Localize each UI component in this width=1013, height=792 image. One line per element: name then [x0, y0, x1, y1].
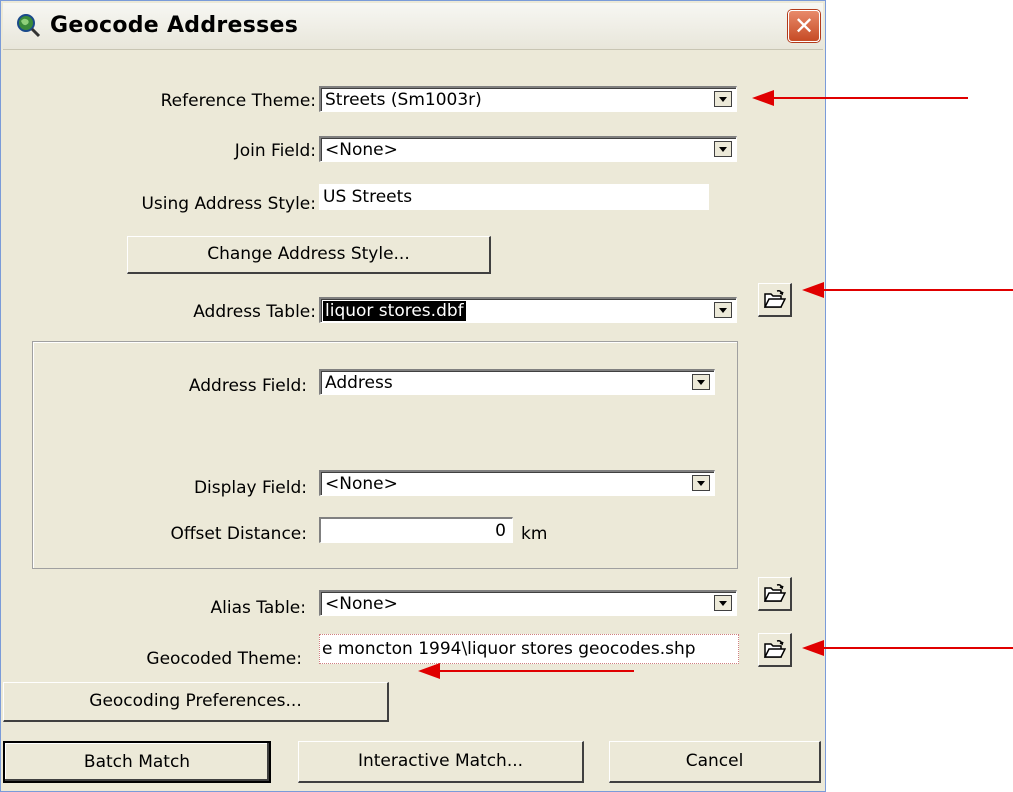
geocoding-preferences-button[interactable]: Geocoding Preferences...	[3, 682, 389, 722]
address-field-value: Address	[325, 373, 393, 393]
globe-magnifier-icon	[17, 14, 41, 38]
alias-table-label: Alias Table:	[210, 598, 306, 618]
address-table-value: liquor stores.dbf	[323, 301, 466, 321]
dropdown-arrow-icon[interactable]	[714, 91, 732, 107]
cancel-button[interactable]: Cancel	[609, 741, 821, 783]
title-bar[interactable]: Geocode Addresses ✕	[3, 3, 823, 50]
reference-theme-label: Reference Theme:	[160, 91, 316, 111]
geocoded-theme-label: Geocoded Theme:	[146, 649, 302, 669]
geocode-addresses-dialog: Geocode Addresses ✕ Reference Theme: Str…	[0, 0, 826, 792]
display-field-label: Display Field:	[193, 478, 307, 498]
alias-table-value: <None>	[325, 594, 398, 614]
join-field-label: Join Field:	[234, 141, 316, 161]
join-field-value: <None>	[325, 140, 398, 160]
display-field-combo[interactable]: <None>	[319, 470, 715, 496]
alias-table-combo[interactable]: <None>	[319, 590, 737, 616]
close-button[interactable]: ✕	[788, 10, 820, 42]
address-style-field: US Streets	[319, 184, 709, 210]
open-folder-icon	[764, 584, 786, 602]
geocoded-theme-value: e moncton 1994\liquor stores geocodes.sh…	[322, 639, 696, 659]
interactive-match-button[interactable]: Interactive Match...	[298, 741, 584, 783]
dropdown-arrow-icon[interactable]	[692, 374, 710, 390]
address-style-value: US Streets	[323, 187, 413, 207]
geocoded-theme-input[interactable]: e moncton 1994\liquor stores geocodes.sh…	[319, 634, 739, 664]
offset-distance-label: Offset Distance:	[170, 524, 307, 544]
dropdown-arrow-icon[interactable]	[714, 302, 732, 318]
address-table-label: Address Table:	[193, 302, 316, 322]
open-folder-icon	[764, 290, 786, 308]
dropdown-arrow-icon[interactable]	[714, 595, 732, 611]
address-table-combo[interactable]: liquor stores.dbf	[319, 297, 737, 323]
reference-theme-value: Streets (Sm1003r)	[325, 90, 482, 110]
dropdown-arrow-icon[interactable]	[714, 141, 732, 157]
offset-distance-value: 0	[495, 521, 506, 541]
open-address-table-button[interactable]	[758, 283, 792, 317]
reference-theme-combo[interactable]: Streets (Sm1003r)	[319, 86, 737, 112]
offset-distance-input[interactable]: 0	[319, 517, 513, 543]
dropdown-arrow-icon[interactable]	[692, 475, 710, 491]
browse-geocoded-theme-button[interactable]	[758, 633, 792, 667]
window-title: Geocode Addresses	[50, 13, 299, 38]
join-field-combo[interactable]: <None>	[319, 136, 737, 162]
address-field-combo[interactable]: Address	[319, 369, 715, 395]
display-field-value: <None>	[325, 474, 398, 494]
open-alias-table-button[interactable]	[758, 577, 792, 611]
address-field-label: Address Field:	[188, 376, 307, 396]
offset-distance-unit: km	[521, 524, 548, 544]
batch-match-button[interactable]: Batch Match	[3, 741, 271, 783]
change-address-style-button[interactable]: Change Address Style...	[127, 236, 491, 274]
open-folder-icon	[764, 640, 786, 658]
address-style-label: Using Address Style:	[141, 194, 316, 214]
